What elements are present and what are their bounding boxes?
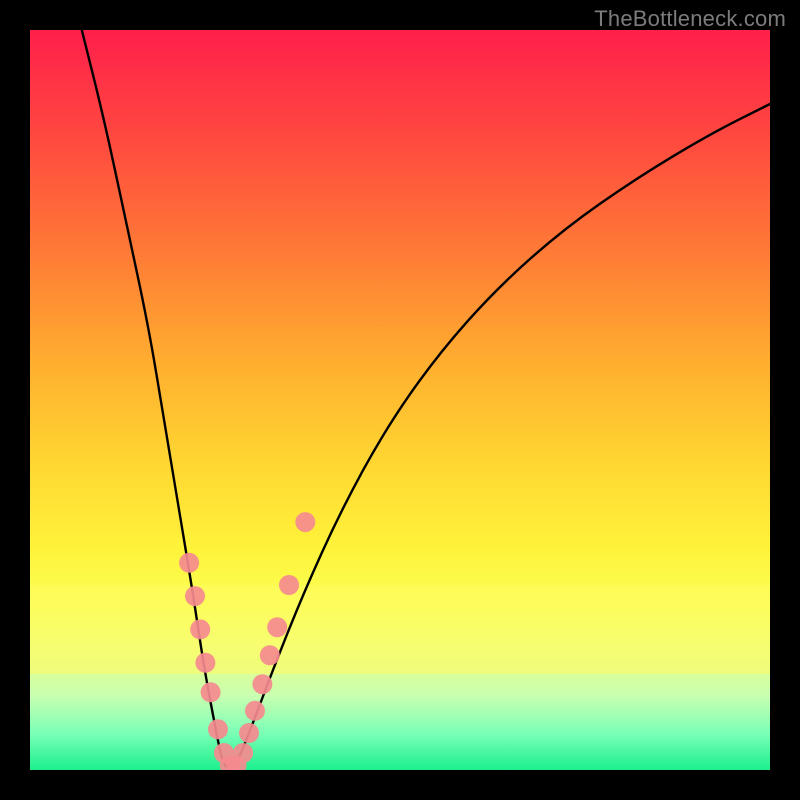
data-marker [208, 719, 228, 739]
data-marker [201, 682, 221, 702]
data-marker [239, 723, 259, 743]
data-marker [195, 653, 215, 673]
data-marker [245, 701, 265, 721]
data-marker [233, 743, 253, 763]
watermark-text: TheBottleneck.com [594, 6, 786, 32]
data-marker [252, 674, 272, 694]
chart-frame: TheBottleneck.com [0, 0, 800, 800]
data-marker [190, 619, 210, 639]
data-marker [179, 553, 199, 573]
data-marker [267, 617, 287, 637]
bottleneck-curve [82, 30, 770, 768]
data-marker [260, 645, 280, 665]
data-marker [295, 512, 315, 532]
plot-area [30, 30, 770, 770]
chart-svg [30, 30, 770, 770]
data-marker [279, 575, 299, 595]
data-marker [185, 586, 205, 606]
